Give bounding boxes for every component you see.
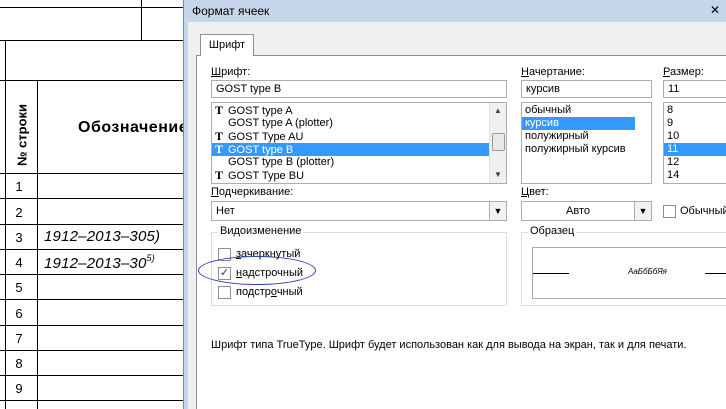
style-list-items: обычный курсив полужирный полужирный кур… (522, 104, 635, 156)
sheet-gridline (5, 40, 6, 409)
designation-cell[interactable]: 1912–2013–305) (44, 228, 160, 245)
superscript-label: надстрочный (236, 267, 304, 279)
sheet-gridline (0, 198, 190, 199)
sheet-gridline (0, 299, 190, 300)
truetype-icon: T (215, 142, 224, 156)
row-number-header: № строки (14, 103, 30, 167)
dialog-titlebar[interactable]: Формат ячеек ✕ (184, 0, 726, 22)
preview-baseline (705, 273, 726, 274)
row-number: 4 (15, 255, 23, 270)
designation-text: 1912–2013–305) (44, 228, 161, 245)
size-list-items: 8 9 10 11 12 14 (664, 104, 726, 182)
truetype-icon: T (215, 103, 224, 117)
row-number: 9 (15, 381, 23, 396)
effects-group: Видоизменение зачеркнутый ✓ надстрочный … (211, 225, 507, 306)
scroll-up-icon[interactable]: ▲ (490, 103, 506, 119)
list-item[interactable]: T GOST Type AU (212, 130, 490, 144)
row-number: 8 (15, 356, 23, 371)
font-list-items: T GOST type A GOST type A (plotter) T GOST… (212, 104, 490, 182)
style-label: Начертание: (521, 66, 585, 78)
strikethrough-checkbox[interactable] (218, 248, 231, 261)
row-number: 1 (15, 179, 23, 194)
preview-group-title: Образец (528, 225, 577, 237)
size-input[interactable]: 11 (663, 80, 726, 98)
list-item[interactable]: 10 (664, 130, 726, 143)
chevron-down-icon[interactable]: ▼ (634, 202, 651, 220)
sheet-gridline (0, 325, 190, 326)
font-name-input[interactable]: GOST type B (211, 80, 507, 98)
sheet-gridline (0, 80, 190, 81)
sheet-gridline (0, 375, 190, 376)
sheet-gridline (0, 400, 190, 401)
truetype-icon: T (215, 168, 224, 182)
tab-font[interactable]: Шрифт (200, 34, 254, 56)
list-item-selected[interactable]: курсив (522, 117, 635, 130)
effects-group-title: Видоизменение (218, 225, 304, 237)
preview-baseline (533, 273, 569, 274)
scroll-down-icon[interactable]: ▼ (490, 167, 506, 183)
superscript-marker: 5) (146, 253, 155, 263)
font-description: Шрифт типа TrueType. Шрифт будет использ… (211, 339, 687, 351)
sheet-gridline (0, 40, 190, 41)
close-icon[interactable]: ✕ (708, 3, 722, 17)
sheet-gridline (0, 249, 190, 250)
style-input[interactable]: курсив (521, 80, 652, 98)
normal-font-label: Обычный (680, 205, 726, 217)
font-label: Шрифт: (211, 66, 251, 78)
list-item[interactable]: GOST type A (plotter) (212, 117, 490, 130)
color-label: Цвет: (521, 186, 549, 198)
background-spreadsheet: № строки Обозначение 1 2 3 4 5 6 7 8 9 1… (0, 0, 190, 409)
superscript-checkbox[interactable]: ✓ (218, 267, 231, 280)
row-number: 6 (15, 306, 23, 321)
list-item[interactable]: полужирный (522, 130, 635, 143)
preview-box: АаБбБбЯя (532, 247, 726, 299)
row-number: 2 (15, 205, 23, 220)
font-list-scrollbar[interactable]: ▲ ▼ (489, 103, 506, 183)
sheet-gridline (0, 7, 190, 8)
list-item[interactable]: 14 (664, 169, 726, 182)
preview-text: АаБбБбЯя (628, 267, 667, 276)
list-item[interactable]: T GOST Type BU (212, 168, 490, 183)
designation-cell[interactable]: 1912–2013–305) (44, 253, 155, 272)
list-item[interactable]: 12 (664, 156, 726, 169)
size-list[interactable]: 8 9 10 11 12 14 (663, 102, 726, 184)
size-label: Размер: (663, 66, 704, 78)
color-value: Авто (566, 205, 590, 217)
row-number: 3 (15, 230, 23, 245)
subscript-label: подстрочный (236, 286, 303, 298)
chevron-down-icon[interactable]: ▼ (489, 202, 506, 220)
font-tab-page: Шрифт: GOST type B T GOST type A GOST typ… (196, 55, 726, 409)
subscript-checkbox[interactable] (218, 286, 231, 299)
list-item[interactable]: 8 (664, 104, 726, 117)
sheet-gridline (0, 350, 190, 351)
font-list[interactable]: T GOST type A GOST type A (plotter) T GOST… (211, 102, 507, 184)
color-dropdown[interactable]: Авто ▼ (521, 201, 652, 221)
scroll-thumb[interactable] (492, 133, 505, 151)
underline-dropdown[interactable]: Нет ▼ (211, 201, 507, 221)
list-item[interactable]: T GOST type A (212, 103, 490, 118)
list-item[interactable]: GOST type B (plotter) (212, 156, 490, 169)
underline-value: Нет (216, 205, 235, 217)
list-item-selected[interactable]: 11 (664, 143, 726, 156)
dialog-title: Формат ячеек (192, 4, 270, 18)
list-item[interactable]: обычный (522, 104, 635, 117)
sheet-gridline (141, 0, 142, 41)
sheet-gridline (0, 224, 190, 225)
list-item-selected[interactable]: T GOST type B (212, 143, 490, 156)
dialog-client: Шрифт: GOST type B T GOST type A GOST typ… (188, 22, 726, 409)
sheet-gridline (0, 173, 190, 174)
designation-header: Обозначение (78, 119, 189, 136)
strikethrough-label: зачеркнутый (236, 248, 301, 260)
list-item[interactable]: полужирный курсив (522, 143, 635, 156)
row-number: 5 (15, 280, 23, 295)
designation-text: 1912–2013–30 (44, 255, 147, 272)
style-list[interactable]: обычный курсив полужирный полужирный кур… (521, 102, 652, 184)
row-number: 7 (15, 331, 23, 346)
preview-group: Образец АаБбБбЯя (521, 225, 726, 306)
format-cells-dialog: Формат ячеек ✕ Шрифт: GOST type B T GOST … (183, 0, 726, 409)
list-item[interactable]: 9 (664, 117, 726, 130)
normal-font-checkbox[interactable] (663, 205, 676, 218)
underline-label: Подчеркивание: (211, 186, 294, 198)
sheet-gridline (0, 274, 190, 275)
